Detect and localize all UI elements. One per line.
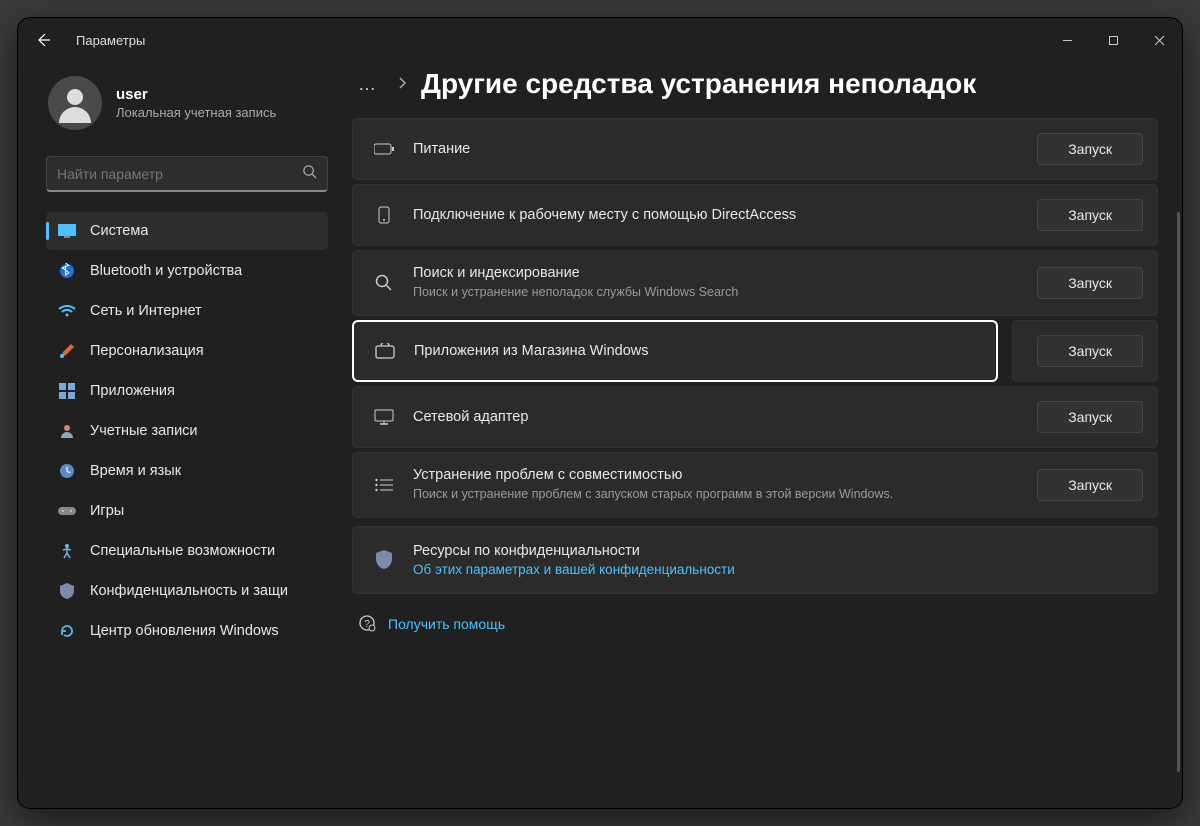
window-title: Параметры bbox=[76, 33, 145, 48]
help-label: Получить помощь bbox=[388, 616, 505, 632]
sidebar-item-gaming[interactable]: Игры bbox=[46, 492, 328, 530]
troubleshooter-list: Питание Запуск Подключение к рабочему ме… bbox=[352, 118, 1158, 594]
clock-icon bbox=[58, 462, 76, 480]
breadcrumb-ellipsis[interactable]: … bbox=[352, 72, 384, 97]
privacy-link[interactable]: Об этих параметрах и вашей конфиденциаль… bbox=[413, 562, 1137, 577]
sidebar-item-label: Персонализация bbox=[90, 343, 204, 359]
troubleshooter-store: Приложения из Магазина Windows bbox=[352, 320, 998, 382]
minimize-button[interactable] bbox=[1044, 24, 1090, 56]
sidebar-item-label: Время и язык bbox=[90, 463, 181, 479]
run-button[interactable]: Запуск bbox=[1037, 133, 1143, 165]
troubleshooter-store-action: Запуск bbox=[1012, 320, 1158, 382]
sidebar-item-label: Приложения bbox=[90, 383, 175, 399]
row-title: Сетевой адаптер bbox=[413, 409, 1019, 425]
search-icon bbox=[373, 274, 395, 292]
system-icon bbox=[58, 222, 76, 240]
row-title: Подключение к рабочему месту с помощью D… bbox=[413, 207, 1019, 223]
run-button[interactable]: Запуск bbox=[1037, 199, 1143, 231]
search-input[interactable] bbox=[57, 166, 302, 182]
sidebar: user Локальная учетная запись Система Bl… bbox=[18, 62, 338, 808]
run-button[interactable]: Запуск bbox=[1037, 401, 1143, 433]
gamepad-icon bbox=[58, 502, 76, 520]
sidebar-item-label: Учетные записи bbox=[90, 423, 198, 439]
help-link[interactable]: ? Получить помощь bbox=[352, 594, 1158, 655]
page-title: Другие средства устранения неполадок bbox=[421, 68, 976, 100]
help-icon: ? bbox=[358, 614, 376, 635]
apps-icon bbox=[58, 382, 76, 400]
run-button[interactable]: Запуск bbox=[1037, 335, 1143, 367]
sidebar-item-label: Игры bbox=[90, 503, 124, 519]
sidebar-item-accessibility[interactable]: Специальные возможности bbox=[46, 532, 328, 570]
profile-block[interactable]: user Локальная учетная запись bbox=[46, 70, 328, 148]
wifi-icon bbox=[58, 302, 76, 320]
sidebar-item-time[interactable]: Время и язык bbox=[46, 452, 328, 490]
search-icon bbox=[302, 164, 317, 184]
avatar bbox=[48, 76, 102, 130]
maximize-button[interactable] bbox=[1090, 24, 1136, 56]
close-button[interactable] bbox=[1136, 24, 1182, 56]
paintbrush-icon bbox=[58, 342, 76, 360]
update-icon bbox=[58, 622, 76, 640]
troubleshooter-power: Питание Запуск bbox=[352, 118, 1158, 180]
troubleshooter-netadapter: Сетевой адаптер Запуск bbox=[352, 386, 1158, 448]
monitor-icon bbox=[373, 409, 395, 425]
row-title: Приложения из Магазина Windows bbox=[414, 343, 982, 359]
settings-window: Параметры user Локальная учетная запись bbox=[18, 18, 1182, 808]
row-title: Питание bbox=[413, 141, 1019, 157]
sidebar-item-network[interactable]: Сеть и Интернет bbox=[46, 292, 328, 330]
row-title: Ресурсы по конфиденциальности bbox=[413, 543, 1137, 559]
page-header: … Другие средства устранения неполадок bbox=[352, 68, 1158, 100]
bluetooth-icon bbox=[58, 262, 76, 280]
profile-username: user bbox=[116, 86, 276, 103]
sidebar-item-label: Сеть и Интернет bbox=[90, 303, 202, 319]
troubleshooter-search: Поиск и индексирование Поиск и устранени… bbox=[352, 250, 1158, 316]
run-button[interactable]: Запуск bbox=[1037, 469, 1143, 501]
shield-icon bbox=[373, 550, 395, 570]
list-icon bbox=[373, 478, 395, 492]
store-icon bbox=[374, 343, 396, 359]
sidebar-item-system[interactable]: Система bbox=[46, 212, 328, 250]
sidebar-item-accounts[interactable]: Учетные записи bbox=[46, 412, 328, 450]
scrollbar[interactable] bbox=[1177, 212, 1180, 772]
sidebar-item-label: Конфиденциальность и защи bbox=[90, 583, 288, 599]
sidebar-item-label: Система bbox=[90, 223, 148, 239]
battery-icon bbox=[373, 143, 395, 155]
chevron-right-icon bbox=[398, 77, 407, 92]
search-box[interactable] bbox=[46, 156, 328, 192]
accessibility-icon bbox=[58, 542, 76, 560]
row-subtitle: Поиск и устранение неполадок службы Wind… bbox=[413, 284, 1019, 301]
sidebar-item-apps[interactable]: Приложения bbox=[46, 372, 328, 410]
accounts-icon bbox=[58, 422, 76, 440]
sidebar-item-label: Bluetooth и устройства bbox=[90, 263, 242, 279]
nav: Система Bluetooth и устройства Сеть и Ин… bbox=[46, 212, 328, 650]
sidebar-item-bluetooth[interactable]: Bluetooth и устройства bbox=[46, 252, 328, 290]
main-content: … Другие средства устранения неполадок П… bbox=[338, 62, 1182, 808]
row-title: Поиск и индексирование bbox=[413, 265, 1019, 281]
privacy-resources: Ресурсы по конфиденциальности Об этих па… bbox=[352, 526, 1158, 594]
run-button[interactable]: Запуск bbox=[1037, 267, 1143, 299]
troubleshooter-directaccess: Подключение к рабочему месту с помощью D… bbox=[352, 184, 1158, 246]
troubleshooter-compat: Устранение проблем с совместимостью Поис… bbox=[352, 452, 1158, 518]
row-title: Устранение проблем с совместимостью bbox=[413, 467, 1019, 483]
row-subtitle: Поиск и устранение проблем с запуском ст… bbox=[413, 486, 1019, 503]
sidebar-item-privacy[interactable]: Конфиденциальность и защи bbox=[46, 572, 328, 610]
phone-icon bbox=[373, 206, 395, 224]
titlebar: Параметры bbox=[18, 18, 1182, 62]
profile-subtitle: Локальная учетная запись bbox=[116, 105, 276, 120]
shield-icon bbox=[58, 582, 76, 600]
sidebar-item-label: Центр обновления Windows bbox=[90, 623, 279, 639]
back-button[interactable] bbox=[28, 25, 58, 55]
sidebar-item-label: Специальные возможности bbox=[90, 543, 275, 559]
sidebar-item-personalization[interactable]: Персонализация bbox=[46, 332, 328, 370]
sidebar-item-update[interactable]: Центр обновления Windows bbox=[46, 612, 328, 650]
